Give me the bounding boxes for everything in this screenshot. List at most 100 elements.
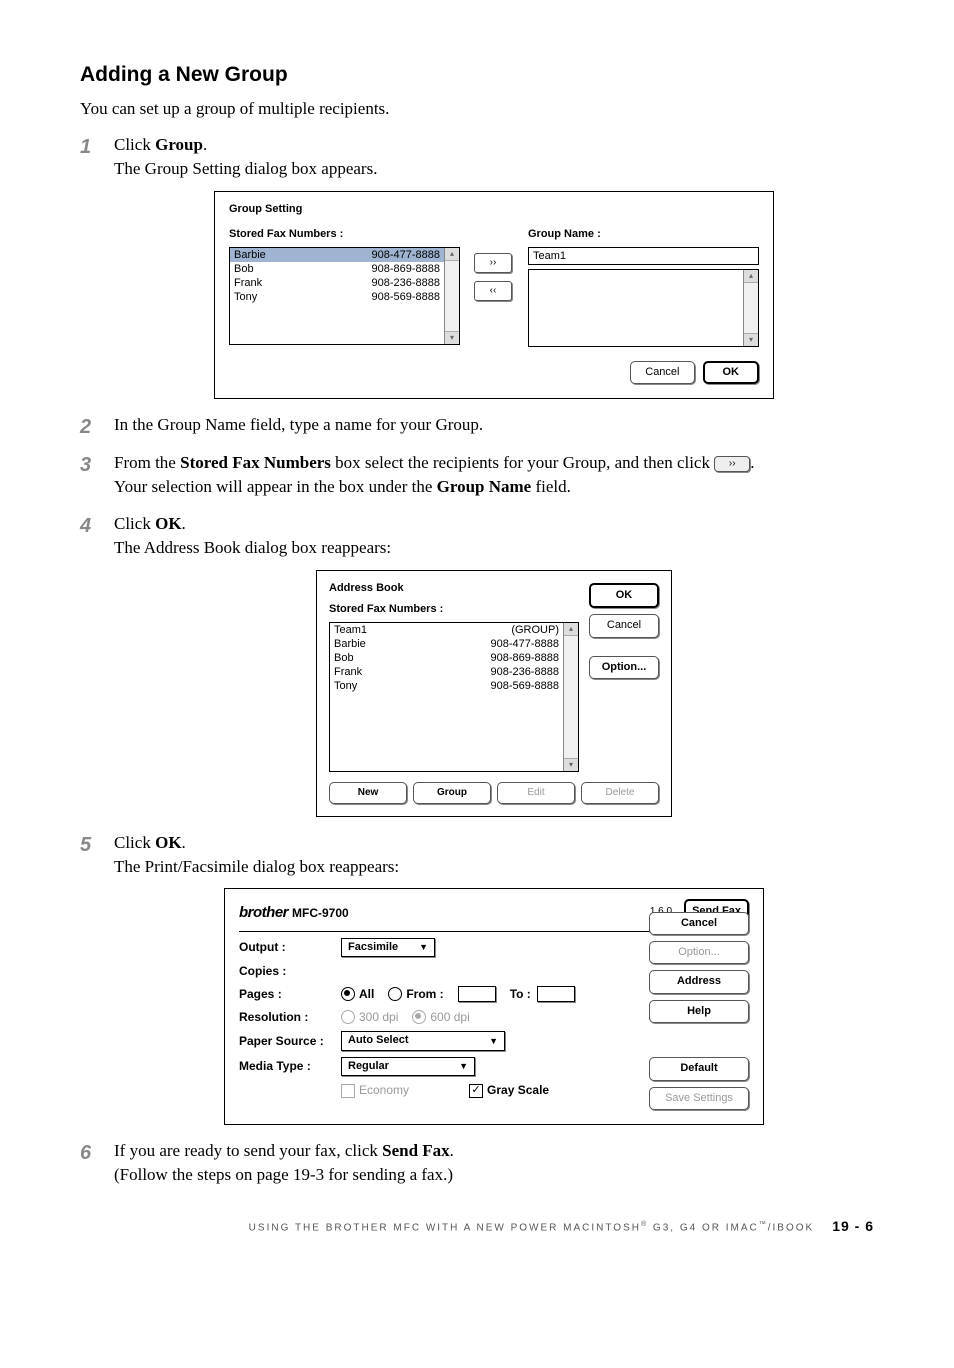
group-name-input[interactable] [528,247,759,265]
step-number: 2 [80,413,91,441]
list-item[interactable]: Tony908-569-8888 [330,679,563,693]
delete-button[interactable]: Delete [581,782,659,804]
scrollbar[interactable]: ▴ ▾ [444,248,459,344]
list-item[interactable]: Frank908-236-8888 [330,665,563,679]
cell: 908-869-8888 [371,262,440,276]
save-settings-button[interactable]: Save Settings [649,1087,749,1110]
from-input[interactable] [458,986,496,1002]
step-text: Click OK. The Address Book dialog box re… [114,512,874,560]
list-item[interactable]: Bob908-869-8888 [230,262,444,276]
edit-button[interactable]: Edit [497,782,575,804]
footer-text: USING THE BROTHER MFC WITH A NEW POWER M… [249,1220,815,1235]
scroll-up-icon[interactable]: ▴ [564,623,578,636]
text: The Group Setting dialog box appears. [114,159,377,178]
group-setting-dialog: Group Setting Stored Fax Numbers : Barbi… [214,191,774,399]
dialog-title: Group Setting [229,202,759,217]
text: Click [114,514,155,533]
scroll-down-icon[interactable]: ▾ [744,333,758,346]
list-item[interactable]: Bob 908-869-8888 [330,651,563,665]
bold-word: Group Name [437,477,532,496]
page-footer: USING THE BROTHER MFC WITH A NEW POWER M… [80,1217,874,1237]
address-listbox[interactable]: Team1(GROUP) Barbie908-477-8888 Bob 908-8… [329,622,579,772]
stored-fax-label: Stored Fax Numbers : [229,227,460,242]
paper-source-dropdown[interactable]: Auto Select ▼ [341,1031,505,1050]
list-item[interactable]: Barbie908-477-8888 [330,637,563,651]
label: Help [687,1005,711,1017]
list-item[interactable]: Tony908-569-8888 [230,290,444,304]
step-number: 3 [80,451,91,479]
ok-button[interactable]: OK [589,583,659,608]
text: If you are ready to send your fax, click [114,1141,382,1160]
stored-fax-listbox[interactable]: Barbie908-477-8888 Bob908-869-8888 Frank… [229,247,460,345]
move-left-button[interactable]: ‹‹ [474,281,512,301]
scrollbar[interactable]: ▴ ▾ [563,623,578,771]
text: Your selection will appear in the box un… [114,477,437,496]
radio-label: All [359,986,374,1003]
address-button[interactable]: Address [649,970,749,993]
cell: 908-477-8888 [371,248,440,262]
cell: Bob [334,651,354,665]
text: /IBOOK [768,1223,814,1234]
move-right-icon: ›› [714,456,750,472]
gray-scale-checkbox[interactable]: ✓Gray Scale [469,1082,549,1099]
cell: 908-477-8888 [490,637,559,651]
scroll-down-icon[interactable]: ▾ [445,331,459,344]
list-item[interactable]: Barbie908-477-8888 [230,248,444,262]
move-right-button[interactable]: ›› [474,253,512,273]
checkbox-icon [341,1084,355,1098]
step-number: 1 [80,133,91,161]
bold-word: OK [155,833,181,852]
pages-from-radio[interactable]: From : [388,986,443,1003]
option-button[interactable]: Option... [649,941,749,964]
res-600-radio: 600 dpi [412,1009,469,1026]
cell: 908-869-8888 [490,651,559,665]
scroll-up-icon[interactable]: ▴ [445,248,459,261]
cell: (GROUP) [511,623,559,637]
step-text: Click OK. The Print/Facsimile dialog box… [114,831,874,879]
media-type-dropdown[interactable]: Regular ▼ [341,1057,475,1076]
brother-logo: brother [239,902,288,923]
default-button[interactable]: Default [649,1057,749,1080]
checkbox-label: Economy [359,1082,409,1099]
to-input[interactable] [537,986,575,1002]
group-members-listbox[interactable]: ▴ ▾ [528,269,759,347]
scrollbar[interactable]: ▴ ▾ [743,270,758,346]
text: . [203,135,207,154]
to-label: To : [510,986,531,1003]
text: USING THE BROTHER MFC WITH A NEW POWER M… [249,1223,641,1234]
new-button[interactable]: New [329,782,407,804]
scroll-up-icon[interactable]: ▴ [744,270,758,283]
ok-button[interactable]: OK [703,361,760,384]
radio-label: From : [406,986,443,1003]
cancel-button[interactable]: Cancel [630,361,694,384]
model-label: MFC-9700 [292,905,349,922]
text: . [450,1141,454,1160]
cancel-button[interactable]: Cancel [589,614,659,637]
help-button[interactable]: Help [649,1000,749,1023]
radio-icon [388,987,402,1001]
step-text: Click Group. The Group Setting dialog bo… [114,133,874,181]
group-button[interactable]: Group [413,782,491,804]
output-dropdown[interactable]: Facsimile ▼ [341,938,435,957]
label: Group [437,787,467,798]
list-item[interactable]: Frank908-236-8888 [230,276,444,290]
cell: Frank [234,276,262,290]
cell: 908-569-8888 [490,679,559,693]
page-number: 19 - 6 [832,1217,874,1237]
economy-checkbox: Economy [341,1082,409,1099]
pages-all-radio[interactable]: All [341,986,374,1003]
text: . [182,833,186,852]
chevron-down-icon: ▼ [489,1035,498,1048]
scroll-down-icon[interactable]: ▾ [564,758,578,771]
bold-word: OK [155,514,181,533]
option-button[interactable]: Option... [589,656,659,679]
cell: 908-236-8888 [490,665,559,679]
cell: 908-569-8888 [371,290,440,304]
dropdown-value: Facsimile [348,940,398,955]
pages-label: Pages : [239,986,341,1003]
chevron-down-icon: ▼ [419,941,428,954]
label: New [358,787,379,798]
list-item[interactable]: Team1(GROUP) [330,623,563,637]
group-name-label: Group Name : [528,227,759,242]
cancel-button[interactable]: Cancel [649,912,749,935]
